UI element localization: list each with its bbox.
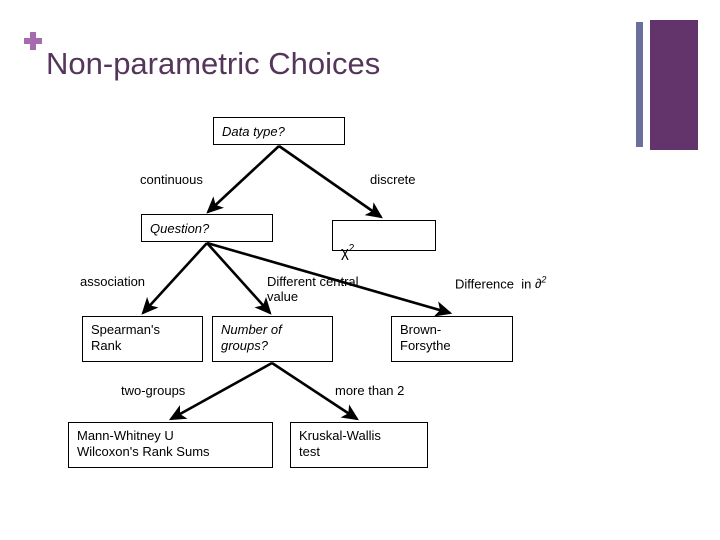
edge-question-spearmans (141, 242, 208, 315)
node-data-type[interactable]: Data type? (213, 117, 345, 145)
slide-canvas: Non-parametric Choices Data type? Questi… (0, 0, 720, 540)
node-brown-forsythe[interactable]: Brown- Forsythe (391, 316, 513, 362)
edge-label-different-central-value: Different central value (267, 274, 359, 304)
edge-label-more-than-2: more than 2 (335, 383, 405, 398)
node-question[interactable]: Question? (141, 214, 273, 242)
edge-datatype-question (206, 145, 280, 214)
partial-symbol: ∂2 (534, 275, 547, 292)
node-spearmans-rank[interactable]: Spearman's Rank (82, 316, 203, 362)
edge-label-difference-in-variance: Difference in ∂2 (455, 275, 547, 292)
node-mann-whitney[interactable]: Mann-Whitney U Wilcoxon's Rank Sums (68, 422, 273, 468)
edge-label-two-groups: two-groups (121, 383, 186, 398)
flowchart: Data type? Question? χ2 Spearman's Rank … (0, 0, 720, 540)
edge-label-continuous: continuous (140, 172, 203, 187)
node-kruskal-wallis[interactable]: Kruskal-Wallis test (290, 422, 428, 468)
edge-datatype-chisquare (278, 144, 383, 219)
node-chi-square[interactable]: χ2 (332, 220, 436, 261)
edge-question-numgroups (206, 242, 272, 315)
edge-label-discrete: discrete (370, 172, 416, 187)
node-number-of-groups[interactable]: Number of groups? (212, 316, 333, 362)
edge-numgroups-mann (168, 361, 273, 421)
chi-square-label: χ2 (341, 243, 355, 261)
edge-label-association: association (80, 274, 146, 289)
